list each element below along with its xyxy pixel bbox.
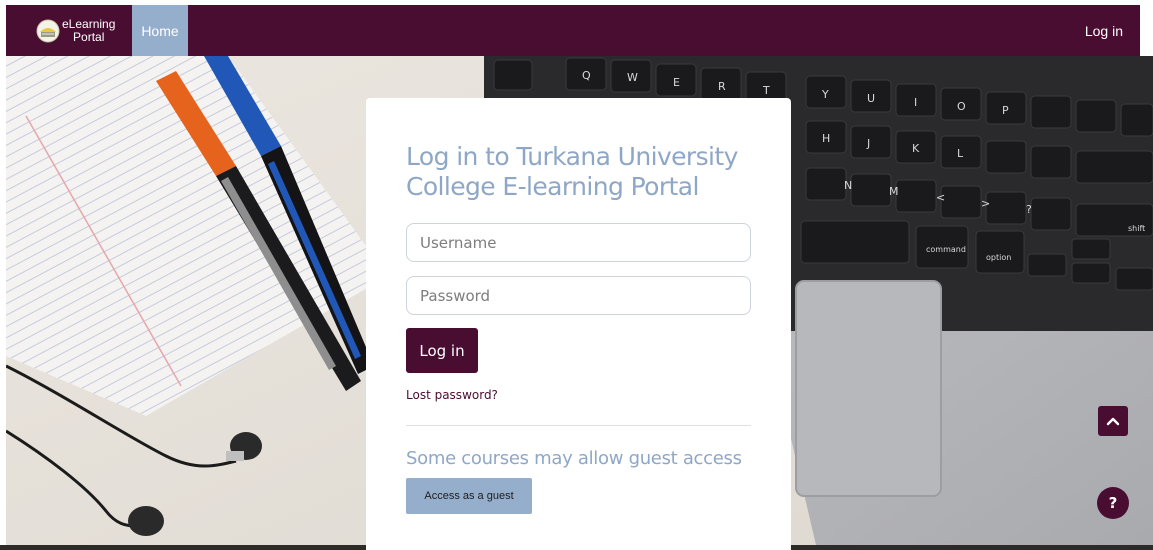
chevron-up-icon [1106,417,1120,426]
guest-access-button[interactable]: Access as a guest [406,478,532,514]
guest-access-heading: Some courses may allow guest access [406,448,742,469]
login-title: Log in to Turkana University College E-l… [406,142,738,201]
svg-text:M: M [889,185,899,198]
password-input[interactable] [406,276,751,315]
top-navbar: eLearning Portal Home Log in [6,5,1140,56]
brand-line-1: eLearning [62,16,116,31]
help-button[interactable]: ? [1097,487,1129,519]
svg-text:command: command [926,245,966,254]
svg-text:K: K [912,142,920,155]
svg-text:L: L [957,147,964,160]
svg-text:T: T [762,84,770,97]
svg-text:P: P [1002,104,1009,117]
brand-text: eLearning Portal [62,16,116,44]
svg-text:I: I [914,96,917,109]
lost-password-link[interactable]: Lost password? [406,388,751,402]
svg-text:<: < [936,191,945,204]
username-input[interactable] [406,223,751,262]
svg-text:shift: shift [1128,224,1145,233]
svg-text:O: O [957,100,966,113]
svg-text:E: E [673,76,680,89]
svg-text:option: option [986,253,1011,262]
login-button[interactable]: Log in [406,328,478,373]
svg-text:Y: Y [821,88,829,101]
svg-text:R: R [718,80,726,93]
nav-home-link[interactable]: Home [132,5,188,56]
portal-logo-icon [36,19,60,42]
brand-link[interactable]: eLearning Portal [6,5,132,56]
svg-text:?: ? [1026,203,1032,216]
brand-line-2: Portal [73,29,105,44]
svg-text:W: W [627,71,638,84]
svg-text:Q: Q [582,69,591,82]
nav-login-link[interactable]: Log in [1085,5,1140,56]
svg-text:>: > [981,197,990,210]
login-card: Log in to Turkana University College E-l… [366,98,791,550]
card-divider [406,425,751,426]
back-to-top-button[interactable] [1098,406,1128,436]
svg-text:N: N [844,179,852,192]
svg-text:U: U [867,92,875,105]
svg-text:J: J [866,137,870,150]
svg-text:H: H [822,132,830,145]
